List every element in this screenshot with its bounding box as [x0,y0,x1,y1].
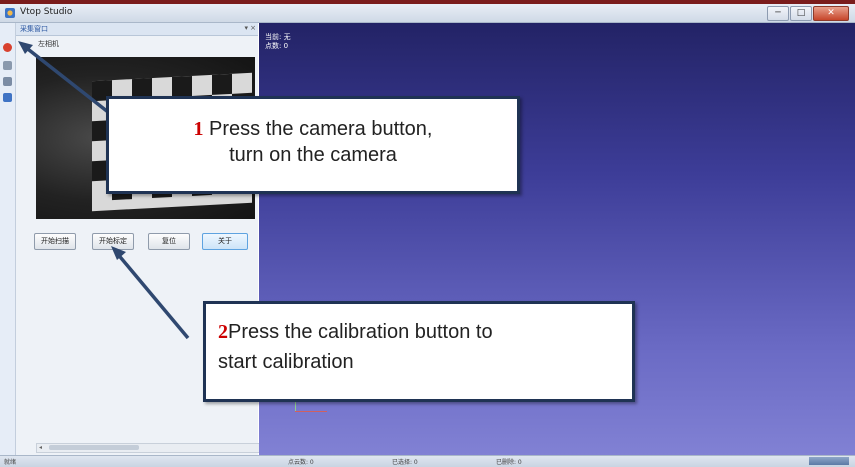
callout-calibration-line1: 2Press the calibration button to [218,320,624,344]
callout-camera-text: Press the camera button, [203,118,433,140]
arrow-to-camera [18,41,110,114]
callout-calibration-line2: start calibration [218,351,354,373]
callout-camera-line2: turn on the camera [229,144,397,166]
callout-camera-number: 1 [193,118,204,140]
callout-calibration-number: 2 [218,321,228,343]
callout-camera-line1: 1 Press the camera button, [109,117,517,141]
arrow-to-calibration-button [111,246,190,340]
callout-calibration: 2Press the calibration button to start c… [203,301,635,402]
callout-camera: 1 Press the camera button, turn on the c… [106,96,520,194]
callout-calibration-text: Press the calibration button to [228,321,493,343]
